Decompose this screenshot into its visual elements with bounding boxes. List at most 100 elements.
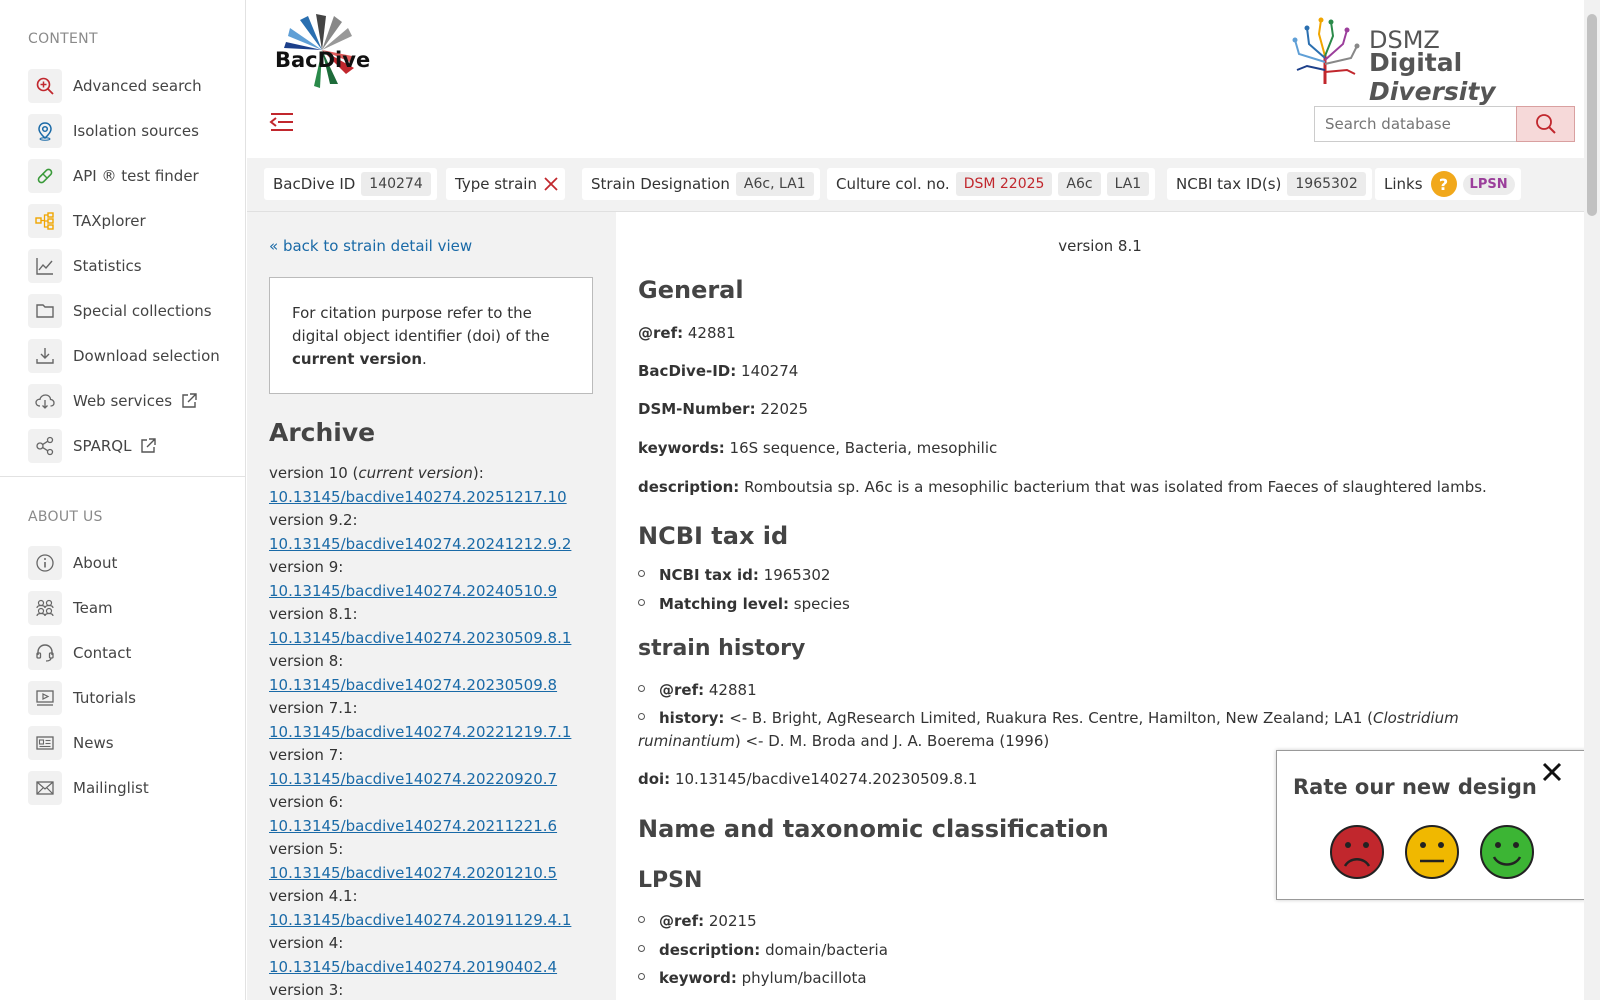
archive-doi-link[interactable]: 10.13145/bacdive140274.20220920.7 — [269, 768, 609, 792]
dsmz-tree-logo[interactable] — [1289, 14, 1361, 86]
sidebar-item-about[interactable]: About — [28, 540, 149, 585]
bacdive-id-value: 140274 — [361, 172, 431, 196]
happy-face-icon[interactable] — [1479, 824, 1535, 880]
content-menu: Advanced search Isolation sources API ® … — [28, 63, 220, 468]
field-label: keyword: — [659, 969, 737, 987]
sidebar-item-special-collections[interactable]: Special collections — [28, 288, 220, 333]
archive-panel: « back to strain detail view For citatio… — [247, 212, 616, 1000]
archive-entry: version 3: — [269, 979, 609, 1000]
external-link-icon — [182, 392, 197, 408]
field-value: domain/bacteria — [765, 941, 888, 959]
bacdive-logo-text: BacDive — [275, 48, 371, 72]
archive-doi-link[interactable]: 10.13145/bacdive140274.20230509.8 — [269, 674, 609, 698]
folder-icon — [28, 293, 62, 328]
sidebar-item-label: Statistics — [73, 256, 142, 275]
archive-title: Archive — [269, 418, 376, 447]
back-to-strain-link[interactable]: « back to strain detail view — [269, 237, 472, 255]
archive-doi-link[interactable]: 10.13145/bacdive140274.20190402.4 — [269, 956, 609, 980]
field-value: 10.13145/bacdive140274.20230509.8.1 — [674, 770, 978, 788]
header: BacDive DSMZ Digital Diversity — [247, 0, 1584, 158]
close-icon[interactable] — [1539, 759, 1565, 785]
search-button[interactable] — [1516, 106, 1575, 142]
newspaper-icon — [28, 725, 62, 760]
field-description: description: Romboutsia sp. A6c is a mes… — [638, 478, 1487, 496]
external-link-icon — [141, 437, 157, 453]
ncbi-label: NCBI tax ID(s) — [1176, 175, 1282, 193]
ncbi-value[interactable]: 1965302 — [1287, 172, 1366, 196]
download-icon — [28, 338, 62, 373]
sidebar-item-label: Team — [73, 598, 113, 617]
archive-doi-link[interactable]: 10.13145/bacdive140274.20201210.5 — [269, 862, 609, 886]
archive-list: version 10 (current version): 10.13145/ba… — [269, 462, 609, 1000]
archive-doi-link[interactable]: 10.13145/bacdive140274.20241212.9.2 — [269, 533, 609, 557]
field-label: BacDive-ID: — [638, 362, 737, 380]
sidebar-item-team[interactable]: Team — [28, 585, 149, 630]
lpsn-link[interactable]: LPSN — [1462, 173, 1515, 195]
neutral-face-icon[interactable] — [1404, 824, 1460, 880]
sidebar-item-contact[interactable]: Contact — [28, 630, 149, 675]
field-history: history: <- B. Bright, AgResearch Limite… — [638, 707, 1558, 753]
archive-doi-link[interactable]: 10.13145/bacdive140274.20230509.8.1 — [269, 627, 609, 651]
sidebar-item-taxplorer[interactable]: TAXplorer — [28, 198, 220, 243]
search-input[interactable] — [1314, 106, 1516, 142]
location-pin-icon — [28, 113, 62, 148]
sidebar-item-web-services[interactable]: Web services — [28, 378, 220, 423]
archive-doi-link[interactable]: 10.13145/bacdive140274.20221219.7.1 — [269, 721, 609, 745]
page-scrollbar[interactable] — [1584, 0, 1600, 1000]
sidebar-item-label: Mailinglist — [73, 778, 149, 797]
field-value: 20215 — [708, 912, 757, 930]
archive-entry: version 8.1: 10.13145/bacdive140274.20230… — [269, 603, 609, 650]
section-general-title: General — [638, 276, 744, 304]
sidebar-item-tutorials[interactable]: Tutorials — [28, 675, 149, 720]
archive-entry: version 9.2: 10.13145/bacdive140274.20241… — [269, 509, 609, 556]
field-label: description: — [638, 478, 740, 496]
sad-face-icon[interactable] — [1329, 824, 1385, 880]
scrollbar-thumb[interactable] — [1587, 14, 1597, 216]
sidebar-item-label: Web services — [73, 391, 173, 410]
field-value: 42881 — [687, 324, 736, 342]
field-matching-level: Matching level: species — [638, 593, 850, 616]
citation-bold: current version — [292, 350, 423, 368]
sidebar-item-label: Advanced search — [73, 76, 202, 95]
bacdive-id-label: BacDive ID — [273, 175, 356, 193]
sidebar-item-label: Download selection — [73, 346, 220, 365]
sidebar-item-sparql[interactable]: SPARQL — [28, 423, 220, 468]
sidebar-item-mailinglist[interactable]: Mailinglist — [28, 765, 149, 810]
designation-value: A6c, LA1 — [735, 172, 814, 196]
sidebar-item-download-selection[interactable]: Download selection — [28, 333, 220, 378]
field-bacdive-id: BacDive-ID: 140274 — [638, 362, 798, 380]
tree-diagram-icon — [28, 203, 62, 238]
field-label: DSM-Number: — [638, 400, 756, 418]
archive-version-label: version 8: — [269, 652, 344, 670]
archive-doi-link[interactable]: 10.13145/bacdive140274.20191129.4.1 — [269, 909, 609, 933]
archive-version-label: version 4.1: — [269, 887, 358, 905]
archive-version-label: version 7: — [269, 746, 344, 764]
culture-value-a6c: A6c — [1058, 172, 1101, 196]
archive-entry: version 4: 10.13145/bacdive140274.2019040… — [269, 932, 609, 979]
field-keywords: keywords: 16S sequence, Bacteria, mesoph… — [638, 439, 997, 457]
field-label: Matching level: — [659, 595, 789, 613]
headset-icon — [28, 635, 62, 670]
archive-doi-link[interactable]: 10.13145/bacdive140274.20211221.6 — [269, 815, 609, 839]
sidebar-item-advanced-search[interactable]: Advanced search — [28, 63, 220, 108]
menu-collapse-icon[interactable] — [269, 110, 295, 134]
archive-doi-link[interactable]: 10.13145/bacdive140274.20240510.9 — [269, 580, 609, 604]
rate-design-popup: Rate our new design — [1276, 750, 1586, 900]
sidebar-item-statistics[interactable]: Statistics — [28, 243, 220, 288]
sidebar-item-isolation-sources[interactable]: Isolation sources — [28, 108, 220, 153]
sidebar-item-api-test-finder[interactable]: API ® test finder — [28, 153, 220, 198]
sidebar-item-news[interactable]: News — [28, 720, 149, 765]
sidebar-item-label: About — [73, 553, 118, 572]
archive-version-label: version 4: — [269, 934, 344, 952]
archive-version-label: version 8.1: — [269, 605, 358, 623]
field-value: Romboutsia sp. A6c is a mesophilic bacte… — [744, 478, 1487, 496]
dsmz-diversity: Diversity — [1369, 77, 1496, 106]
culture-value-dsm[interactable]: DSM 22025 — [955, 172, 1053, 196]
pill-icon — [28, 158, 62, 193]
archive-doi-link[interactable]: 10.13145/bacdive140274.20251217.10 — [269, 486, 609, 510]
external-resource-icon[interactable]: ? — [1430, 171, 1457, 197]
sidebar: CONTENT Advanced search Isolation source… — [0, 0, 246, 1000]
archive-entry: version 9: 10.13145/bacdive140274.2024051… — [269, 556, 609, 603]
team-icon — [28, 590, 62, 625]
archive-entry: version 4.1: 10.13145/bacdive140274.20191… — [269, 885, 609, 932]
